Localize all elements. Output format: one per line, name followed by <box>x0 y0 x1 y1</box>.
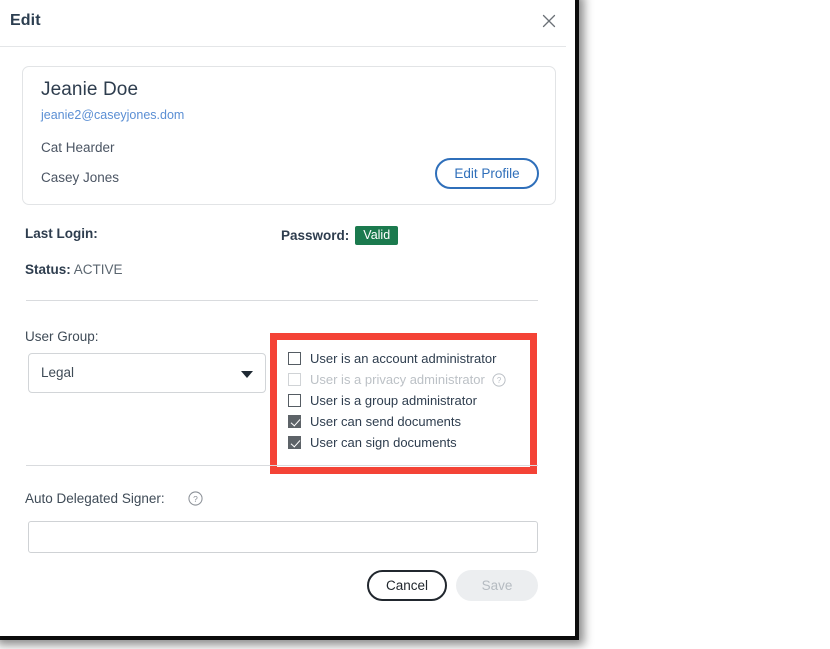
permission-row[interactable]: User is an account administrator <box>288 348 506 369</box>
permission-label: User is a group administrator <box>310 393 477 408</box>
save-button[interactable]: Save <box>456 570 538 601</box>
profile-card: Jeanie Doe jeanie2@caseyjones.dom Cat He… <box>22 66 556 205</box>
edit-profile-button[interactable]: Edit Profile <box>435 158 539 189</box>
profile-job-title: Cat Hearder <box>41 140 115 155</box>
permission-checkbox[interactable] <box>288 394 301 407</box>
permission-checkbox[interactable] <box>288 436 301 449</box>
auto-delegated-signer-label: Auto Delegated Signer: <box>25 491 165 506</box>
profile-email-link[interactable]: jeanie2@caseyjones.dom <box>41 108 184 122</box>
help-circle-icon[interactable]: ? <box>188 491 203 506</box>
permission-label: User can send documents <box>310 414 462 429</box>
last-login-label: Last Login: <box>25 226 98 241</box>
permission-row[interactable]: User is a group administrator <box>288 390 506 411</box>
profile-name: Jeanie Doe <box>41 79 139 100</box>
permission-label: User is a privacy administrator <box>310 372 485 387</box>
status-label: Status: <box>25 262 71 277</box>
permission-label: User can sign documents <box>310 435 457 450</box>
last-login-row: Last Login: <box>25 226 98 241</box>
status-badge: Valid <box>355 226 399 245</box>
password-label: Password: <box>281 228 350 243</box>
section-divider-bottom <box>26 465 538 466</box>
user-group-label: User Group: <box>25 329 99 344</box>
close-icon[interactable] <box>537 9 561 33</box>
permission-checkbox[interactable] <box>288 415 301 428</box>
svg-text:?: ? <box>497 376 502 385</box>
auto-delegated-signer-input[interactable] <box>28 521 538 553</box>
password-row: Password: Valid <box>281 226 399 245</box>
status-row: Status: ACTIVE <box>25 262 123 277</box>
help-circle-icon[interactable]: ? <box>492 372 506 387</box>
dialog-header: Edit <box>0 0 575 47</box>
cancel-button[interactable]: Cancel <box>367 570 447 601</box>
permission-label: User is an account administrator <box>310 351 497 366</box>
chevron-down-icon <box>241 371 253 378</box>
header-divider <box>0 46 566 47</box>
permission-row[interactable]: User can send documents <box>288 411 506 432</box>
svg-text:?: ? <box>193 494 198 504</box>
user-group-selected-value: Legal <box>41 365 75 380</box>
permissions-highlight-box: User is an account administrator User is … <box>270 333 537 474</box>
section-divider-top <box>26 300 538 301</box>
permission-row[interactable]: User can sign documents <box>288 432 506 453</box>
permission-checkbox[interactable] <box>288 352 301 365</box>
edit-user-dialog: Edit Jeanie Doe jeanie2@caseyjones.dom C… <box>0 0 575 636</box>
permission-checkbox <box>288 373 301 386</box>
permissions-list: User is an account administrator User is … <box>277 340 506 453</box>
profile-company: Casey Jones <box>41 170 120 185</box>
permission-row: User is a privacy administrator? <box>288 369 506 390</box>
status-value: ACTIVE <box>73 262 123 277</box>
user-group-dropdown[interactable]: Legal <box>28 353 266 393</box>
page-title: Edit <box>10 12 41 29</box>
